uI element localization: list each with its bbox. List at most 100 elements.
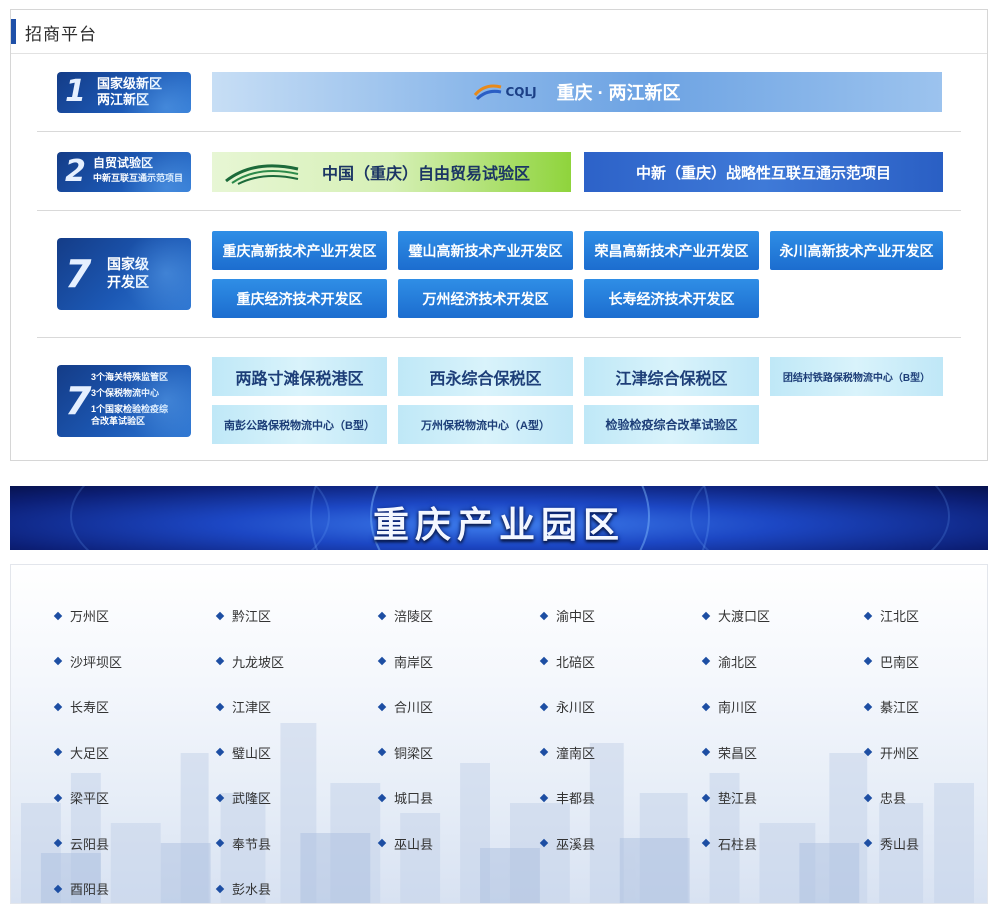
district-link[interactable]: 巫山县 [377,821,541,867]
district-name: 江津区 [232,700,272,716]
district-link[interactable]: 荣昌区 [701,730,865,776]
tile-dev-zone[interactable]: 万州经济技术开发区 [398,279,573,318]
district-name: 垫江县 [718,791,758,807]
row-divider [37,210,961,211]
district-link[interactable]: 潼南区 [539,730,703,776]
logo-text: CQLJ [505,85,537,99]
district-link[interactable]: 合川区 [377,684,541,730]
tile-dev-zone[interactable]: 长寿经济技术开发区 [584,279,759,318]
district-link[interactable]: 北碚区 [539,639,703,685]
tile-china-singapore-project[interactable]: 中新（重庆）战略性互联互通示范项目 [584,152,943,192]
bullet-icon [215,793,225,802]
district-link[interactable]: 南岸区 [377,639,541,685]
tile-label: 万州保税物流中心（A型） [421,419,550,432]
district-link[interactable]: 秀山县 [863,821,987,867]
row-divider [37,337,961,338]
district-link[interactable]: 永川区 [539,684,703,730]
tile-bonded-zone[interactable]: 两路寸滩保税港区 [212,357,387,396]
district-link[interactable]: 涪陵区 [377,593,541,639]
district-name: 涪陵区 [394,609,434,625]
district-link[interactable]: 大渡口区 [701,593,865,639]
tile-dev-zone[interactable]: 重庆经济技术开发区 [212,279,387,318]
badge-number: 1 [65,74,86,109]
district-link[interactable]: 大足区 [53,730,217,776]
tile-label: 中新（重庆）战略性互联互通示范项目 [635,164,891,182]
district-link[interactable]: 沙坪坝区 [53,639,217,685]
district-link[interactable]: 万州区 [53,593,217,639]
bullet-icon [539,611,549,620]
district-link[interactable]: 綦江区 [863,684,987,730]
bullet-icon [53,657,63,666]
bullet-icon [215,748,225,757]
district-link[interactable]: 巫溪县 [539,821,703,867]
tile-bonded-zone[interactable]: 江津综合保税区 [584,357,759,396]
tile-chongqing-free-trade-zone[interactable]: 中国（重庆）自由贸易试验区 [212,152,571,192]
tile-bonded-zone[interactable]: 团结村铁路保税物流中心（B型） [770,357,943,396]
district-link[interactable]: 江北区 [863,593,987,639]
tile-bonded-zone[interactable]: 西永综合保税区 [398,357,573,396]
district-name: 九龙坡区 [232,654,285,670]
tile-dev-zone[interactable]: 璧山高新技术产业开发区 [398,231,573,270]
bullet-icon [377,793,387,802]
district-link[interactable]: 奉节县 [215,821,379,867]
district-link[interactable]: 开州区 [863,730,987,776]
district-link[interactable]: 忠县 [863,775,987,821]
district-link[interactable]: 渝北区 [701,639,865,685]
bullet-icon [863,839,873,848]
district-link[interactable]: 丰都县 [539,775,703,821]
bullet-icon [539,748,549,757]
district-name: 南川区 [718,700,758,716]
district-link[interactable]: 云阳县 [53,821,217,867]
bullet-icon [701,657,711,666]
district-name: 南岸区 [394,654,434,670]
district-name: 长寿区 [70,700,110,716]
bullet-icon [701,793,711,802]
tile-bonded-zone[interactable]: 检验检疫综合改革试验区 [584,405,759,444]
tile-label: 西永综合保税区 [429,370,542,388]
badge-number: 7 [65,252,92,296]
district-name: 荣昌区 [718,745,758,761]
district-name: 云阳县 [70,836,110,852]
tile-label: 团结村铁路保税物流中心（B型） [782,373,931,384]
panel-header: 招商平台 [11,10,987,54]
industrial-parks-banner: 重庆产业园区 [10,486,988,550]
district-link[interactable]: 长寿区 [53,684,217,730]
district-link[interactable]: 武隆区 [215,775,379,821]
tile-label: 重庆高新技术产业开发区 [222,242,377,259]
tile-dev-zone[interactable]: 重庆高新技术产业开发区 [212,231,387,270]
district-name: 渝中区 [556,609,596,625]
district-name: 开州区 [880,745,920,761]
district-link[interactable]: 垫江县 [701,775,865,821]
district-link[interactable]: 石柱县 [701,821,865,867]
district-link[interactable]: 铜梁区 [377,730,541,776]
tile-label: 重庆经济技术开发区 [236,290,363,307]
bullet-icon [215,839,225,848]
district-link[interactable]: 彭水县 [215,866,379,903]
district-name: 梁平区 [70,791,110,807]
district-link[interactable]: 璧山区 [215,730,379,776]
district-name: 巴南区 [880,654,920,670]
district-link[interactable]: 城口县 [377,775,541,821]
district-link[interactable]: 南川区 [701,684,865,730]
district-link[interactable]: 江津区 [215,684,379,730]
district-link[interactable]: 九龙坡区 [215,639,379,685]
tile-dev-zone[interactable]: 永川高新技术产业开发区 [770,231,943,270]
district-link[interactable]: 巴南区 [863,639,987,685]
badge-line: 两江新区 [97,92,150,108]
tile-bonded-zone[interactable]: 万州保税物流中心（A型） [398,405,573,444]
bullet-icon [215,702,225,711]
district-name: 石柱县 [718,836,758,852]
tile-bonded-zone[interactable]: 南彭公路保税物流中心（B型） [212,405,387,444]
badge-line: 国家级新区 [97,76,163,91]
district-link[interactable]: 渝中区 [539,593,703,639]
tile-dev-zone[interactable]: 荣昌高新技术产业开发区 [584,231,759,270]
district-link[interactable]: 黔江区 [215,593,379,639]
tile-label: 永川高新技术产业开发区 [779,242,934,259]
badge-number: 2 [65,154,86,189]
bullet-icon [863,702,873,711]
district-name: 大渡口区 [718,609,771,625]
badge-line: 3个保税物流中心 [91,388,160,399]
district-link[interactable]: 梁平区 [53,775,217,821]
tile-liangjiang-new-area[interactable]: CQLJ 重庆 · 两江新区 [212,72,942,112]
district-link[interactable]: 酉阳县 [53,866,217,903]
